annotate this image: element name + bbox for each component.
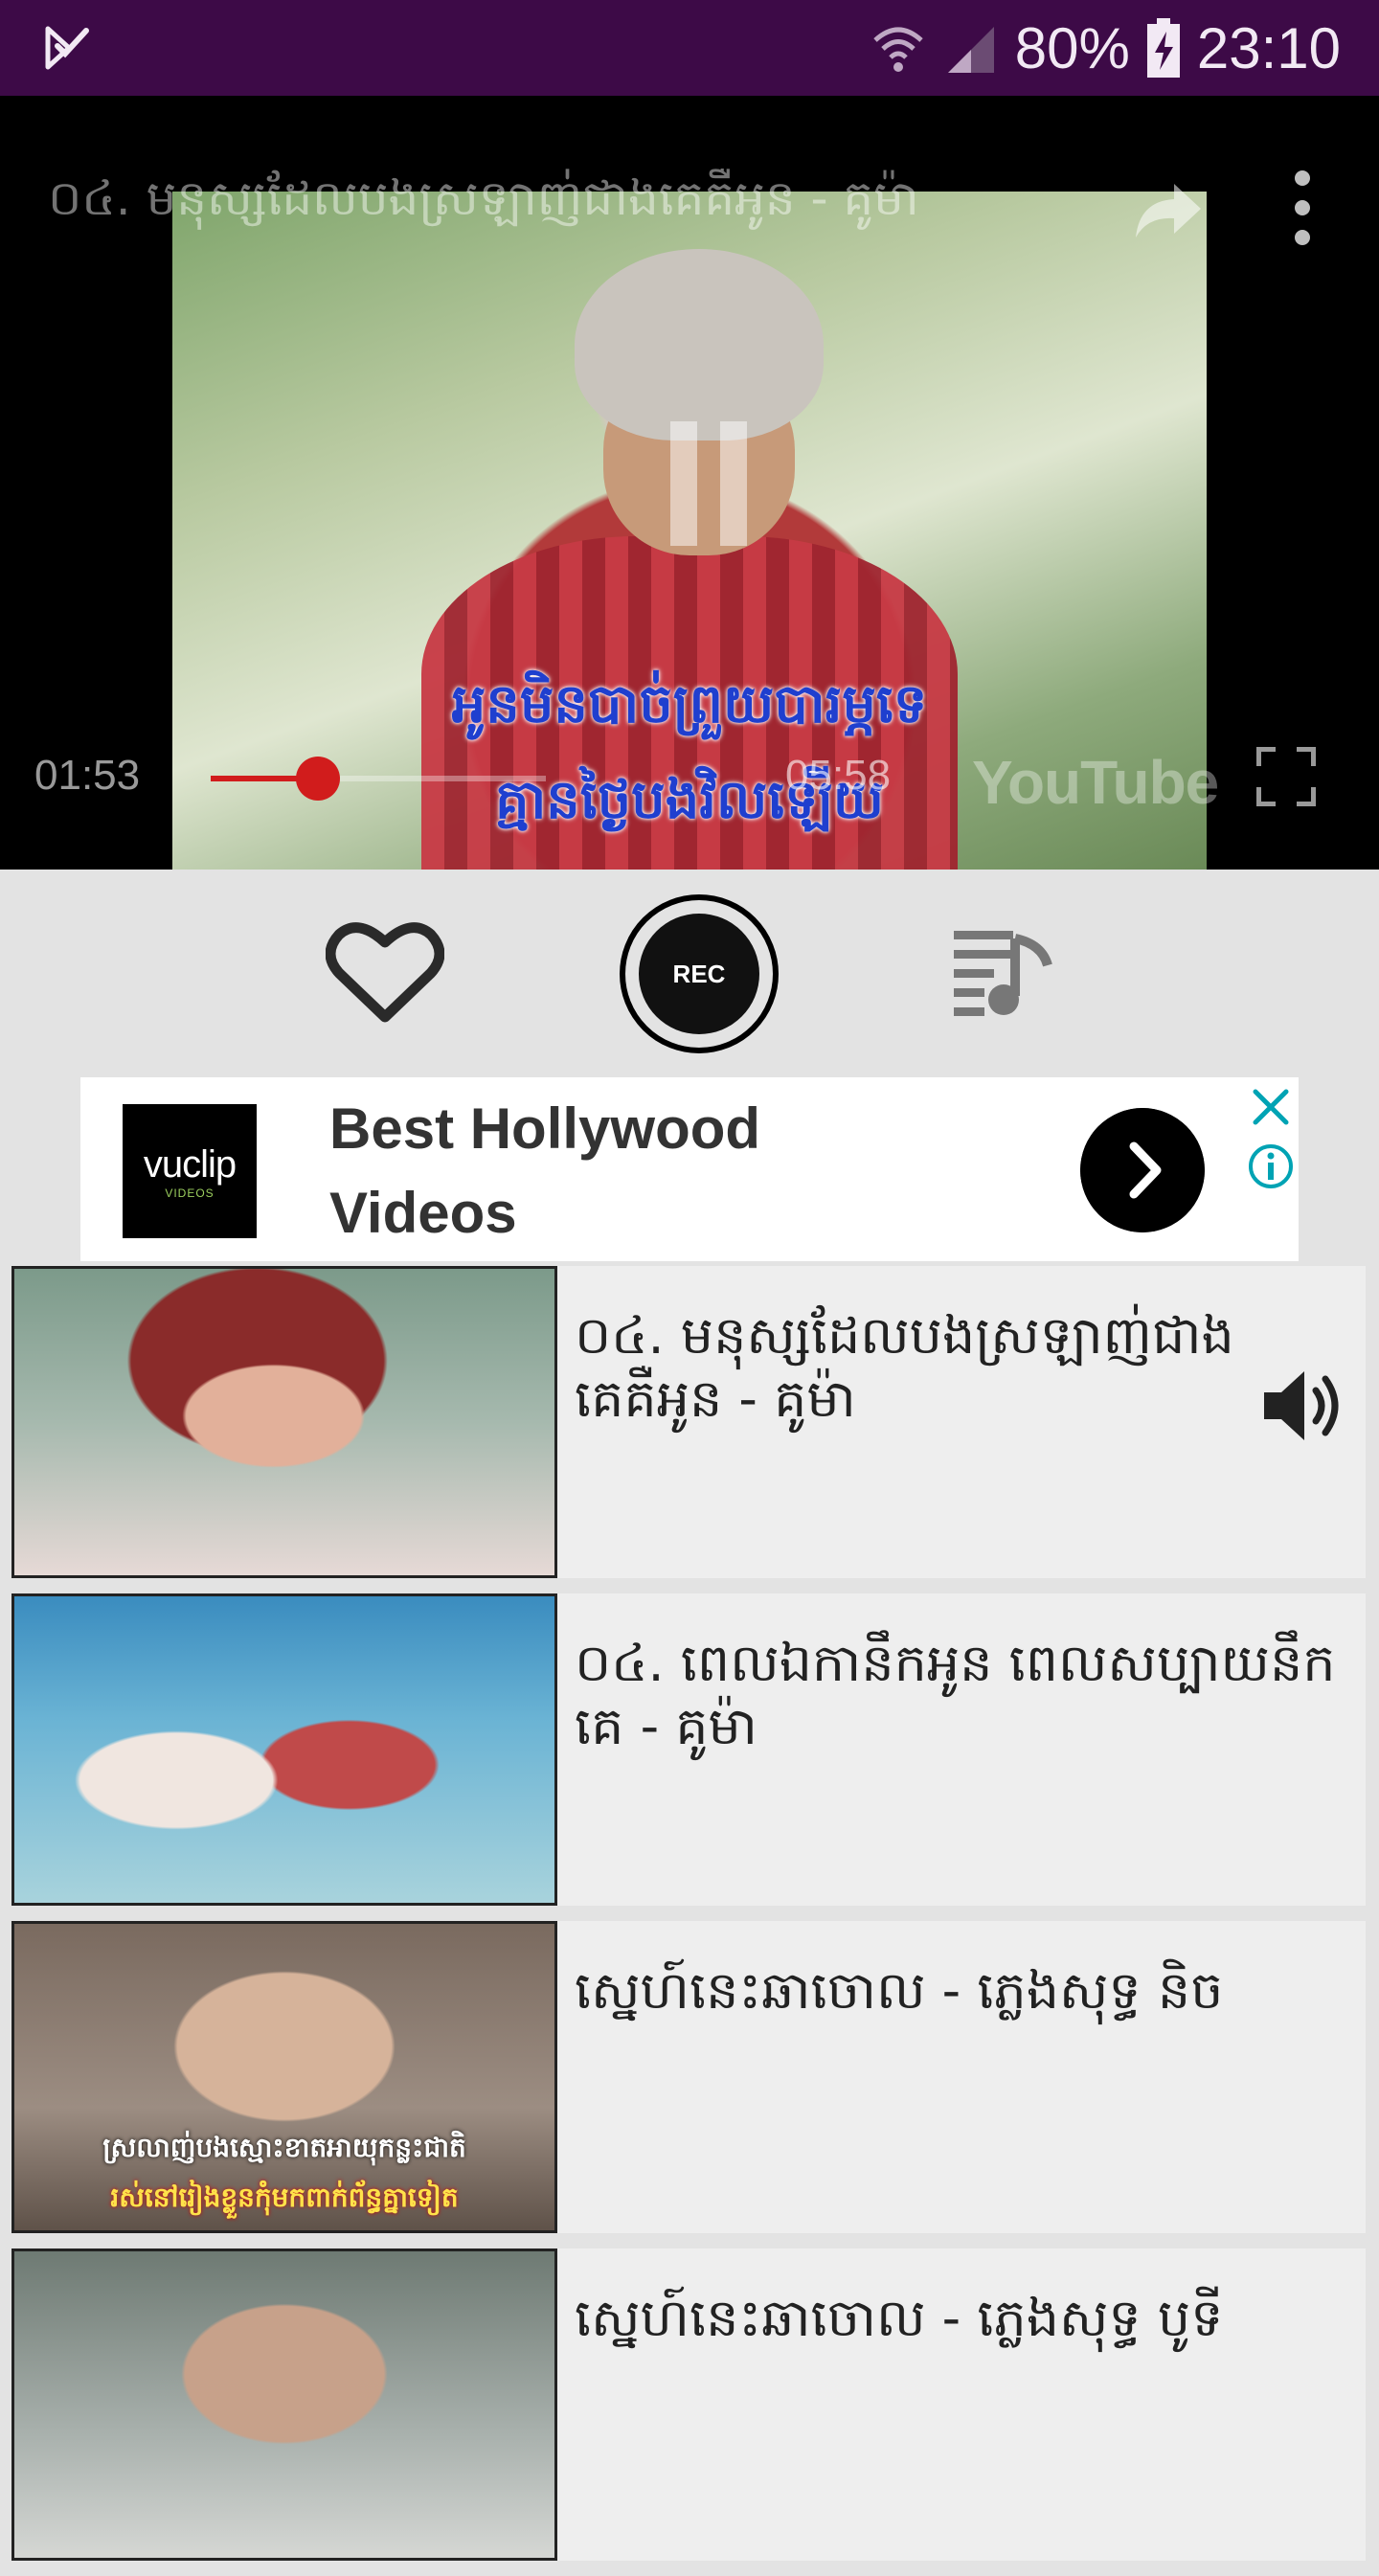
advertiser-logo-subtext: VIDEOS xyxy=(165,1186,215,1200)
more-options-icon[interactable] xyxy=(1283,165,1322,251)
youtube-watermark[interactable]: YouTube xyxy=(972,747,1219,818)
video-title[interactable]: ស្នេហ៍នេះឆាចោល - ភ្លេងសុទ្ធ និច xyxy=(575,1959,1360,2022)
thumbnail-caption-2: រស់នៅរៀងខ្លួនកុំមកពាក់ព័ន្ធគ្នាទៀត xyxy=(110,2181,459,2213)
list-item[interactable]: ០៤. ពេលឯកានឹកអូន ពេលសប្បាយនឹកគេ - គូម៉ា xyxy=(11,1593,1366,1906)
music-playlist-icon[interactable] xyxy=(954,927,1053,1021)
video-title[interactable]: ០៤. ពេលឯកានឹកអូន ពេលសប្បាយនឹកគេ - គូម៉ា xyxy=(575,1632,1360,1758)
list-item[interactable]: ស្រលាញ់បងស្មោះខាតអាយុកន្លះជាតិ រស់នៅរៀងខ… xyxy=(11,1921,1366,2233)
video-title[interactable]: ០៤. មនុស្សដែលបងស្រឡាញ់ជាងគេគឺអូន - គូម៉ា xyxy=(575,1304,1360,1431)
favorite-heart-icon[interactable] xyxy=(326,919,444,1025)
pause-icon[interactable] xyxy=(670,421,747,546)
clock: 23:10 xyxy=(1196,15,1341,80)
app-notification-icon xyxy=(45,26,89,70)
list-item[interactable]: ០៤. មនុស្សដែលបងស្រឡាញ់ជាងគេគឺអូន - គូម៉ា xyxy=(11,1266,1366,1578)
video-thumbnail[interactable] xyxy=(11,2248,557,2561)
record-button-label: REC xyxy=(639,914,759,1034)
video-player[interactable]: អូនមិនបាច់ព្រួយបារម្ភទេ គ្មានថ្ងៃបងវិលឡើ… xyxy=(0,96,1379,870)
wifi-icon xyxy=(873,27,923,72)
action-bar: REC xyxy=(0,870,1379,1071)
battery-charging-icon xyxy=(1146,18,1180,78)
list-item[interactable]: ស្នេហ៍នេះឆាចោល - ភ្លេងសុទ្ធ បូទី xyxy=(11,2248,1366,2561)
seek-bar[interactable] xyxy=(211,757,546,801)
ad-headline[interactable]: Best Hollywood Videos xyxy=(329,1087,866,1255)
video-thumbnail[interactable] xyxy=(11,1593,557,1906)
thumbnail-caption-1: ស្រលាញ់បងស្មោះខាតអាយុកន្លះជាតិ xyxy=(102,2132,466,2163)
record-button[interactable]: REC xyxy=(620,894,779,1053)
video-duration: 05:58 xyxy=(785,752,892,799)
share-icon[interactable] xyxy=(1132,172,1205,245)
cell-signal-icon xyxy=(947,27,994,73)
advertiser-logo-text: vuclip xyxy=(143,1142,237,1186)
ad-info-icon[interactable] xyxy=(1247,1142,1295,1190)
video-title-overlay: ០៤. មនុស្សដែលបងស្រឡាញ់ជាងគេគឺអូន - គូម៉ា xyxy=(48,170,919,226)
battery-percent: 80% xyxy=(1014,15,1130,80)
video-thumbnail[interactable] xyxy=(11,1266,557,1578)
status-bar: 80% 23:10 xyxy=(0,0,1379,96)
video-thumbnail[interactable]: ស្រលាញ់បងស្មោះខាតអាយុកន្លះជាតិ រស់នៅរៀងខ… xyxy=(11,1921,557,2233)
video-list: ០៤. មនុស្សដែលបងស្រឡាញ់ជាងគេគឺអូន - គូម៉ា… xyxy=(11,1266,1366,2576)
video-title[interactable]: ស្នេហ៍នេះឆាចោល - ភ្លេងសុទ្ធ បូទី xyxy=(575,2287,1360,2350)
ad-open-arrow-button[interactable] xyxy=(1080,1108,1205,1232)
current-time: 01:53 xyxy=(34,752,141,799)
fullscreen-icon[interactable] xyxy=(1256,747,1316,806)
ad-banner[interactable]: vuclip VIDEOS Best Hollywood Videos xyxy=(80,1077,1299,1261)
ad-close-icon[interactable] xyxy=(1251,1087,1291,1127)
now-playing-speaker-icon xyxy=(1264,1371,1339,1440)
advertiser-logo[interactable]: vuclip VIDEOS xyxy=(123,1104,257,1238)
video-subtitle-line-1: អូនមិនបាច់ព្រួយបារម្ភទេ xyxy=(451,673,928,735)
seek-bar-thumb[interactable] xyxy=(296,757,340,801)
